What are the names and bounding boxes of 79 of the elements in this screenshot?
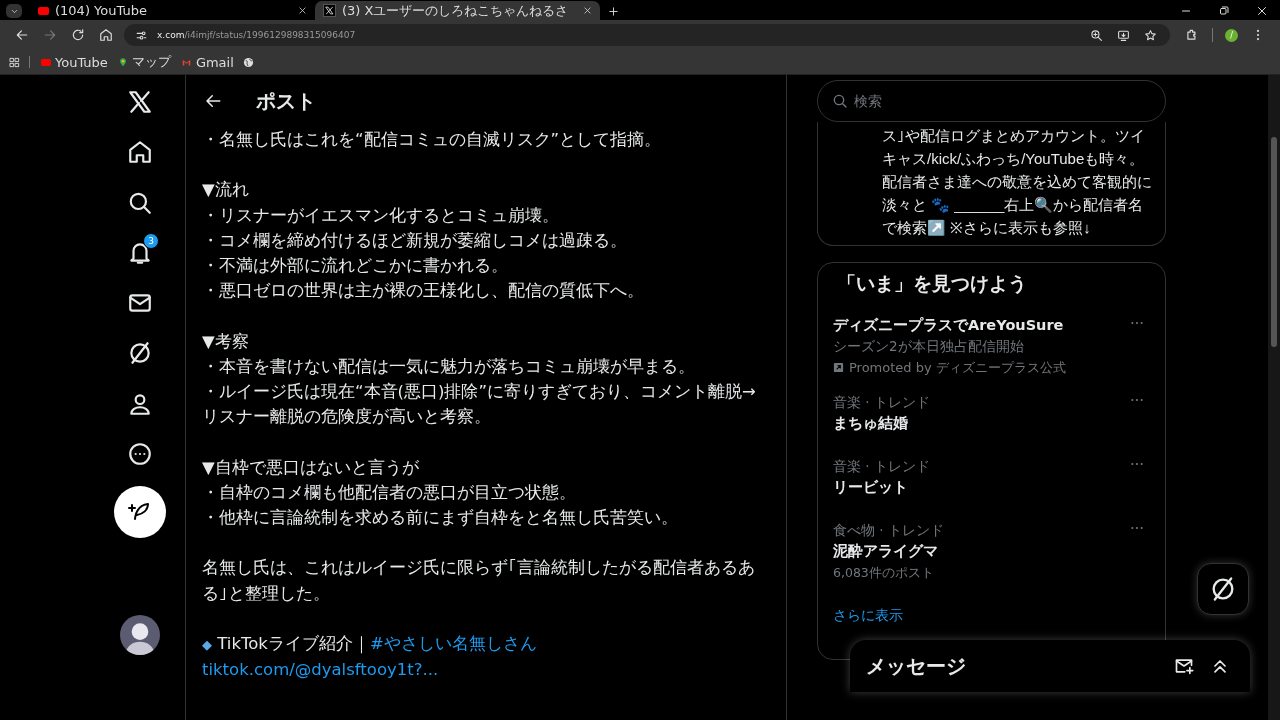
post-text: ・本音を書けない配信は一気に魅力が落ちコミュ崩壊が早まる。: [202, 355, 696, 378]
page-title: ポスト: [256, 87, 316, 115]
x-logo-icon[interactable]: [127, 89, 153, 115]
hashtag-link[interactable]: #やさしい名無しさん: [369, 634, 537, 653]
post-text: ▼流れ: [202, 179, 250, 202]
close-icon[interactable]: [583, 6, 592, 15]
home-icon[interactable]: [99, 28, 113, 42]
post-text: ▼考察: [202, 330, 250, 353]
post-text: ・コメ欄を締め付けるほど新規が萎縮しコメは過疎る。: [202, 229, 628, 252]
trend-title: 泥酔アライグマ: [833, 542, 939, 561]
globe-icon[interactable]: [242, 56, 254, 68]
home-icon[interactable]: [127, 139, 153, 166]
grok-button[interactable]: [1197, 563, 1249, 615]
mail-icon: [180, 57, 192, 67]
zoom-icon[interactable]: [1090, 28, 1103, 42]
tab-search-button[interactable]: [6, 4, 22, 18]
close-icon[interactable]: [298, 6, 307, 15]
trend-title: リービット: [833, 478, 909, 497]
forward-icon: [43, 28, 57, 42]
trend-category: 音楽 · トレンド: [833, 393, 931, 412]
diamond-icon: ◆: [202, 637, 212, 652]
new-message-icon[interactable]: [1174, 656, 1194, 676]
post-text: ・自枠のコメ欄も他配信者の悪口が目立つ状態。: [202, 481, 577, 504]
back-arrow-icon[interactable]: [204, 92, 222, 110]
close-icon[interactable]: [1256, 5, 1268, 17]
url-link[interactable]: tiktok.com/@dyalsftooy1t?...: [202, 660, 439, 680]
apps-grid-icon[interactable]: [9, 56, 20, 68]
promoted-label: Promoted by ディズニープラス公式: [849, 359, 1066, 377]
trend-item[interactable]: 音楽 · トレンド まちゅ結婚: [833, 392, 1149, 434]
scrollbar-thumb[interactable]: [1271, 137, 1277, 347]
restore-icon[interactable]: [1218, 5, 1230, 17]
search-field[interactable]: 検索: [854, 83, 1165, 119]
url-text: x.com/i4imjf/status/1996129898315096407: [157, 30, 356, 40]
post-text: TikTokライブ紹介｜: [216, 634, 370, 653]
install-icon[interactable]: [1117, 28, 1130, 42]
map-pin-icon: [117, 56, 128, 68]
bookmark[interactable]: YouTube: [36, 52, 113, 72]
bookmark[interactable]: Gmail: [175, 52, 239, 72]
post-button[interactable]: [114, 486, 166, 539]
extensions-icon[interactable]: [1185, 28, 1199, 42]
search-icon: [832, 93, 848, 109]
post-text: ・リスナーがイエスマン化するとコミュ崩壊。: [202, 204, 560, 227]
trend-title: ディズニープラスでAreYouSure: [833, 316, 1065, 335]
drawer-title: メッセージ: [866, 652, 966, 680]
post-text: ▼自枠で悪口はないと言うが: [202, 456, 420, 479]
star-icon[interactable]: [1144, 28, 1157, 42]
post-text: ・名無し氏はこれを“配信コミュの自滅リスク”として指摘。: [202, 129, 663, 151]
trend-title: まちゅ結婚: [833, 414, 909, 433]
browser-tab[interactable]: (104) YouTube: [30, 1, 315, 20]
avatar[interactable]: [120, 615, 160, 656]
more-icon[interactable]: [127, 441, 153, 468]
post-count: 6,083件のポスト: [833, 564, 935, 582]
post-text: ・悪口ゼロの世界は主が裸の王様化し、配信の質低下へ。: [202, 280, 645, 303]
trend-subtitle: シーズン2が本日独占配信開始: [833, 337, 1025, 356]
trend-item[interactable]: 食べ物 · トレンド 泥酔アライグマ 6,083件のポスト: [833, 520, 1149, 583]
post-text: ・ルイージ氏は現在“本音(悪口)排除”に寄りすぎており、コメント離脱→リスナー離脱の危険度が高いと考察。: [202, 381, 757, 429]
bookmark[interactable]: マップ: [112, 51, 176, 73]
notification-badge: 3: [143, 232, 159, 249]
post-text: ・不満は外部に流れどこかに書かれる。: [202, 255, 509, 277]
show-more-link[interactable]: さらに表示: [833, 607, 903, 625]
youtube-icon: [38, 6, 49, 15]
slashed-circle-icon[interactable]: [127, 340, 153, 367]
trend-category: 音楽 · トレンド: [833, 457, 931, 476]
x-logo-icon: [325, 6, 334, 15]
browser-tab[interactable]: (3) Xユーザーのしろねこちゃんねるさ: [315, 1, 600, 20]
reload-icon[interactable]: [71, 28, 85, 42]
youtube-icon: [41, 58, 51, 66]
bio-text: ス｣や配信ログまとめアカウント。ツイキャス/kick/ふわっち/YouTubeも時々。配信者さま達への敬意を込めて客観的に淡々と 🐾 ______右上🔍から配信者名で検索↗ ※さらに表示も参照↓: [882, 126, 1153, 238]
panel-title: 「いま」を見つけよう: [837, 271, 1028, 296]
ad-icon: [833, 362, 844, 373]
post-text: 名無し氏は、これはルイージ氏に限らず｢言論統制したがる配信者あるある｣と整理した。: [202, 557, 756, 605]
post-text: ・他枠に言論統制を求める前にまず自枠をと名無し氏苦笑い。: [202, 507, 679, 529]
site-settings-icon[interactable]: [135, 28, 148, 42]
address-bar[interactable]: x.com/i4imjf/status/1996129898315096407: [124, 24, 1170, 46]
trend-item[interactable]: 音楽 · トレンド リービット: [833, 456, 1149, 498]
trend-category: 食べ物 · トレンド: [833, 521, 945, 540]
trend-item[interactable]: ディズニープラスでAreYouSure シーズン2が本日独占配信開始 Promoted by ディズニープラス公式: [833, 315, 1149, 378]
back-icon[interactable]: [15, 28, 29, 42]
plus-icon[interactable]: [608, 6, 619, 17]
